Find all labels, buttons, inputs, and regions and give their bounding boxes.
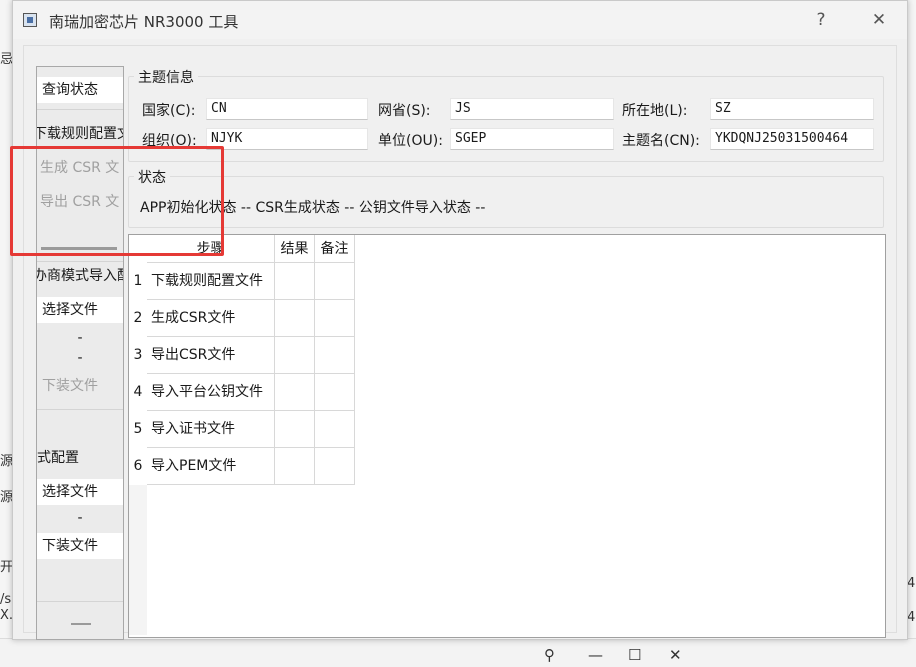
close-icon[interactable]: ✕ (669, 646, 682, 664)
subject-info-title: 主题信息 (134, 67, 198, 87)
export-csr-button[interactable]: 导出 CSR 文 (37, 189, 123, 215)
table-cell-note[interactable] (315, 448, 355, 485)
background-text: 4 (907, 610, 916, 625)
row-number: 2 (129, 300, 147, 337)
help-button[interactable]: ? (801, 7, 841, 33)
table-cell-step[interactable]: 下载规则配置文件 (147, 263, 275, 300)
background-text: 4 (907, 576, 916, 591)
row-header-strip (129, 485, 147, 635)
location-field[interactable]: SZ (710, 98, 874, 120)
minimize-icon[interactable]: — (588, 646, 603, 664)
country-label: 国家(C): (142, 103, 196, 119)
table-cell-result[interactable] (275, 448, 315, 485)
table-corner (129, 235, 147, 263)
splitter-handle[interactable] (41, 247, 117, 250)
background-window-bottom (0, 638, 916, 667)
table-cell-step[interactable]: 生成CSR文件 (147, 300, 275, 337)
subject-name-label: 主题名(CN): (622, 133, 700, 149)
file-status-text: - (77, 510, 83, 526)
download-rules-button[interactable]: 下载规则配置文 (37, 121, 123, 147)
table-cell-result[interactable] (275, 411, 315, 448)
divider (37, 261, 123, 262)
background-text: /s (0, 592, 12, 607)
row-number: 6 (129, 448, 147, 485)
divider (37, 109, 123, 110)
download-file-button[interactable]: 下装文件 (37, 373, 123, 399)
maximize-icon[interactable]: ☐ (628, 646, 641, 664)
app-icon (23, 13, 37, 27)
subject-name-field[interactable]: YKDQNJ25031500464 (710, 128, 874, 150)
header-result[interactable]: 结果 (275, 235, 315, 263)
table-cell-note[interactable] (315, 300, 355, 337)
table-cell-result[interactable] (275, 300, 315, 337)
download-file-button[interactable]: 下装文件 (37, 533, 123, 559)
unit-label: 单位(OU): (378, 133, 443, 149)
pin-icon[interactable]: ⚲ (544, 646, 555, 664)
query-status-button[interactable]: 查询状态 (37, 77, 123, 103)
status-title: 状态 (134, 167, 170, 187)
divider (37, 409, 123, 410)
select-file-button[interactable]: 选择文件 (37, 297, 123, 323)
client-area: 查询状态 下载规则配置文 生成 CSR 文 导出 CSR 文 办商模式导入配 选… (23, 45, 897, 640)
vendor-mode-import-label: 办商模式导入配 (36, 268, 123, 284)
organization-field[interactable]: NJYK (206, 128, 368, 150)
header-note[interactable]: 备注 (315, 235, 355, 263)
province-label: 网省(S): (378, 103, 431, 119)
table-cell-step[interactable]: 导入平台公钥文件 (147, 374, 275, 411)
table-cell-result[interactable] (275, 263, 315, 300)
table-cell-result[interactable] (275, 374, 315, 411)
window-title: 南瑞加密芯片 NR3000 工具 (49, 13, 239, 31)
title-bar[interactable]: 南瑞加密芯片 NR3000 工具 ? ✕ (13, 1, 907, 39)
location-label: 所在地(L): (622, 103, 688, 119)
left-operations-panel[interactable]: 查询状态 下载规则配置文 生成 CSR 文 导出 CSR 文 办商模式导入配 选… (36, 66, 124, 640)
table-cell-result[interactable] (275, 337, 315, 374)
country-field[interactable]: CN (206, 98, 368, 120)
file-status-text: - (77, 350, 83, 366)
select-file-button[interactable]: 选择文件 (37, 479, 123, 505)
organization-label: 组织(O): (142, 133, 197, 149)
table-cell-note[interactable] (315, 337, 355, 374)
mode-config-label: 式配置 (37, 450, 79, 466)
row-number: 3 (129, 337, 147, 374)
table-cell-step[interactable]: 导入证书文件 (147, 411, 275, 448)
table-cell-note[interactable] (315, 263, 355, 300)
table-cell-note[interactable] (315, 411, 355, 448)
table-cell-step[interactable]: 导出CSR文件 (147, 337, 275, 374)
status-text: APP初始化状态 -- CSR生成状态 -- 公钥文件导入状态 -- (140, 200, 486, 216)
table-cell-step[interactable]: 导入PEM文件 (147, 448, 275, 485)
province-field[interactable]: JS (450, 98, 614, 120)
divider (37, 601, 123, 602)
row-number: 5 (129, 411, 147, 448)
row-number: 4 (129, 374, 147, 411)
unit-field[interactable]: SGEP (450, 128, 614, 150)
nr3000-tool-window: 南瑞加密芯片 NR3000 工具 ? ✕ 查询状态 下载规则配置文 生成 CSR… (12, 0, 908, 640)
splitter-handle[interactable] (71, 623, 91, 625)
steps-table[interactable]: 步骤 结果 备注 1 下载规则配置文件 2 生成CSR文件 3 导出CSR文件 … (128, 234, 886, 638)
generate-csr-button[interactable]: 生成 CSR 文 (37, 155, 123, 181)
table-cell-note[interactable] (315, 374, 355, 411)
close-button[interactable]: ✕ (859, 7, 899, 33)
header-step[interactable]: 步骤 (147, 235, 275, 263)
row-number: 1 (129, 263, 147, 300)
